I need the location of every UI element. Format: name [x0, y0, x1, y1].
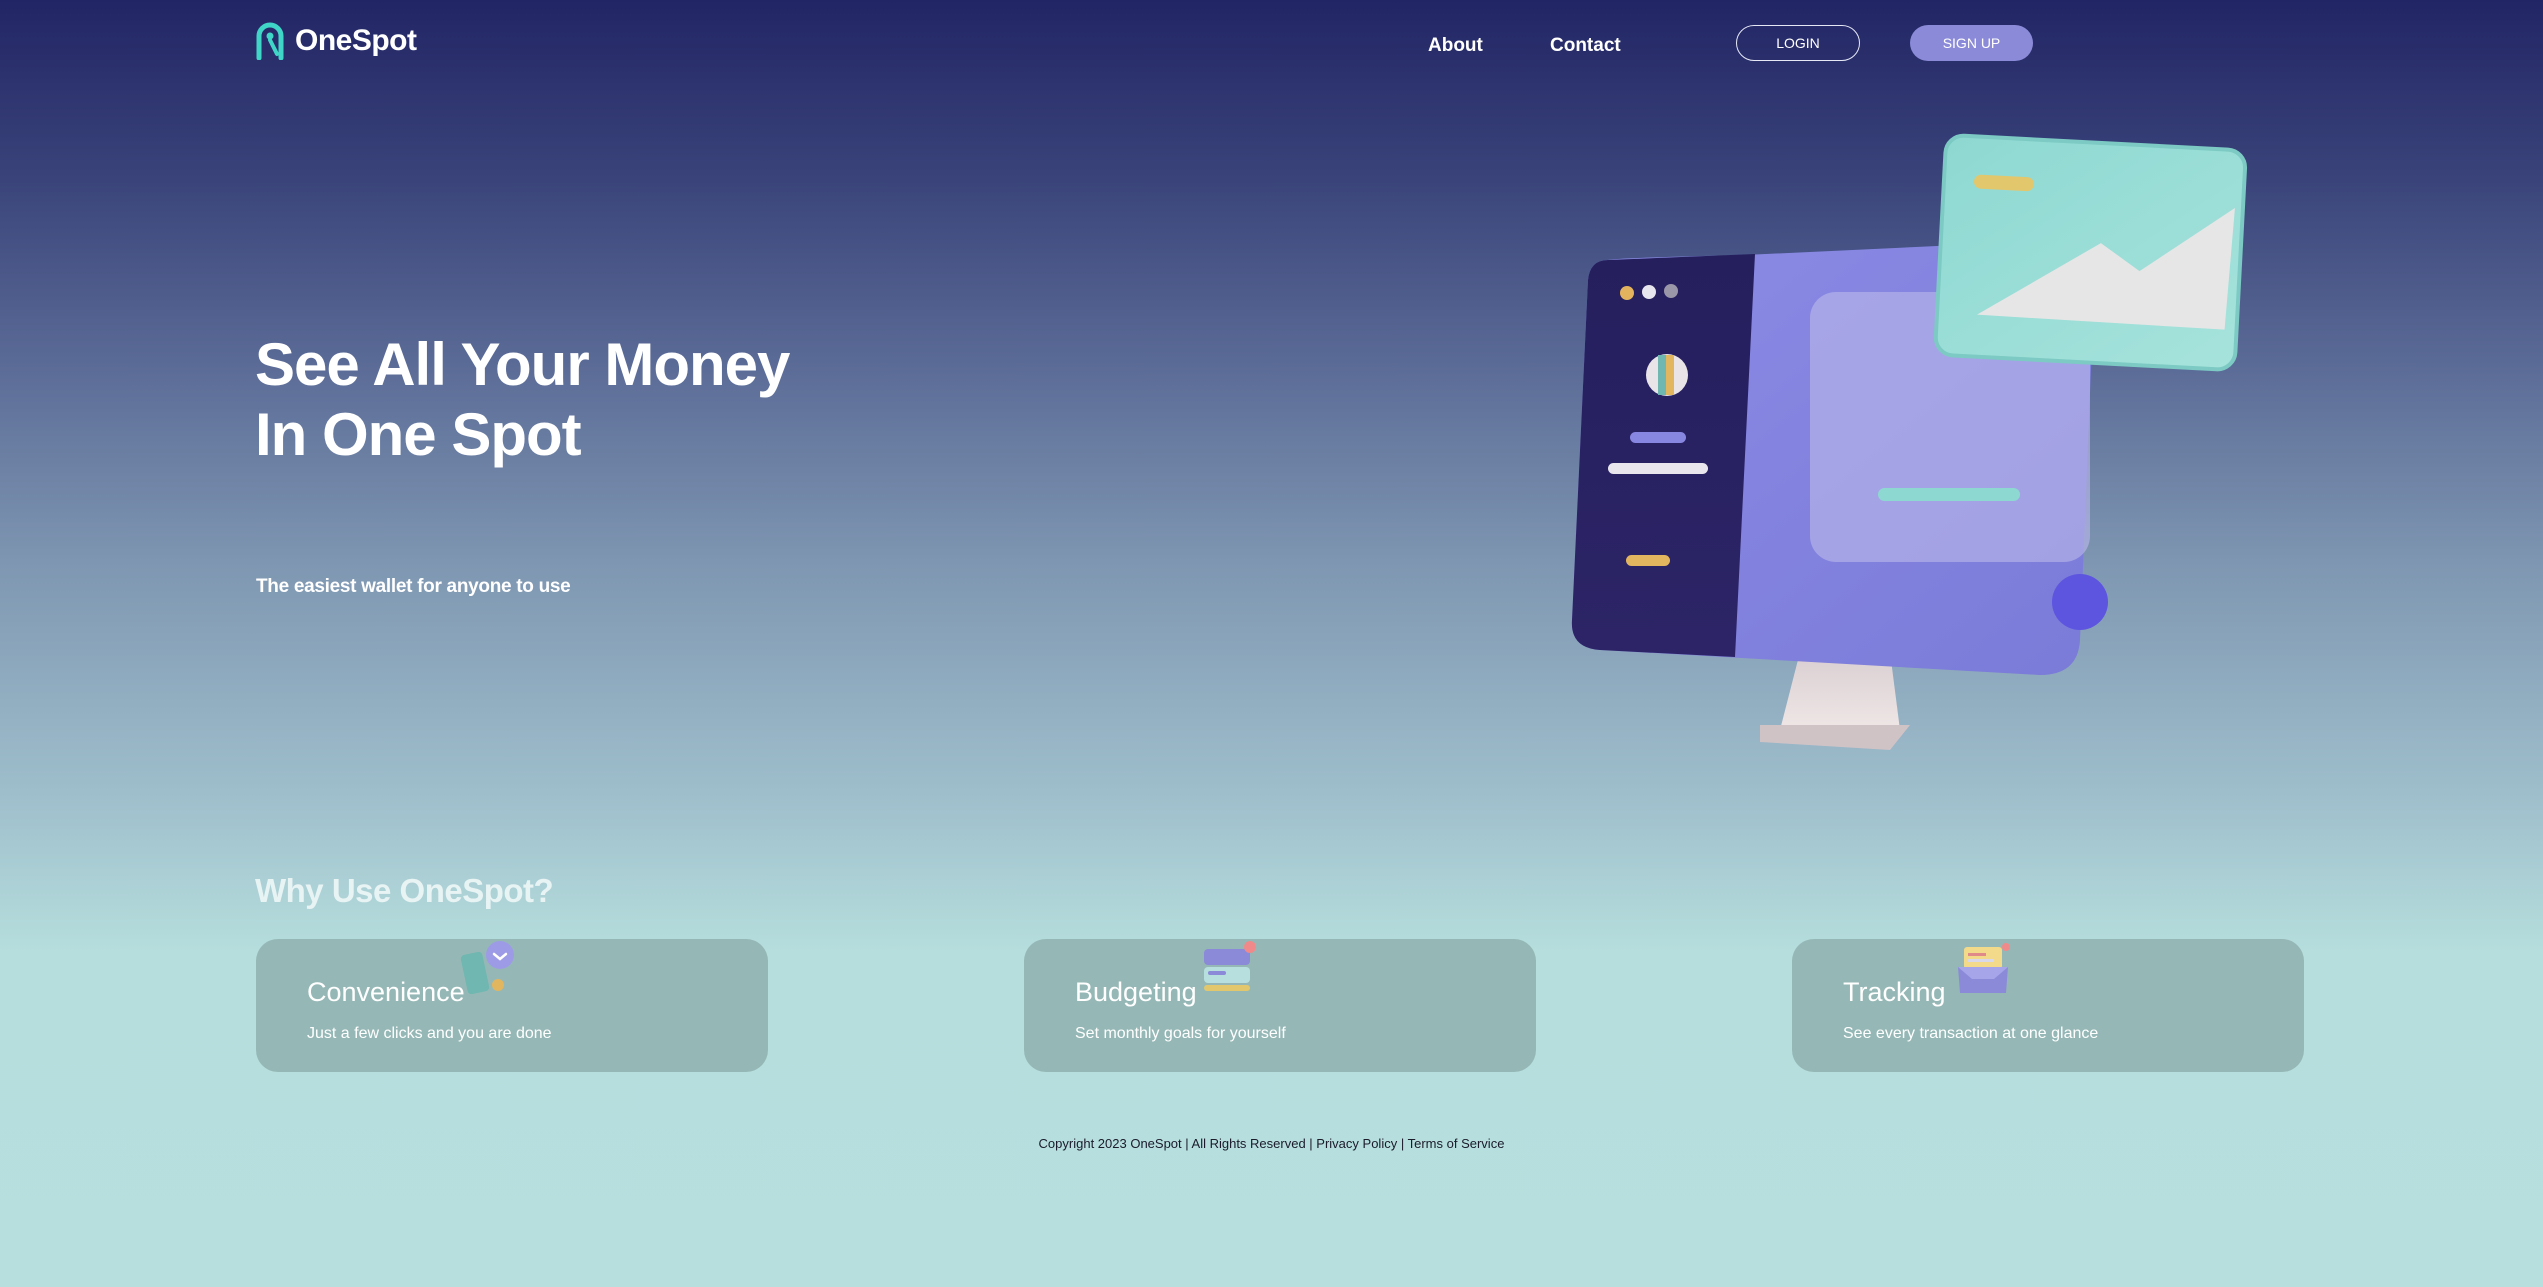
signup-button[interactable]: SIGN UP	[1910, 25, 2033, 61]
feature-card-text: Just a few clicks and you are done	[307, 1025, 552, 1042]
footer: Copyright 2023 OneSpot | All Rights Rese…	[0, 1136, 2543, 1151]
terms-of-service-link[interactable]: Terms of Service	[1408, 1136, 1505, 1151]
phone-wallet-icon	[460, 941, 514, 995]
footer-separator: |	[1400, 1136, 1405, 1151]
hero-title-line-2: In One Spot	[255, 401, 582, 468]
feature-card-title: Convenience	[307, 977, 465, 1007]
hero-title-line-1: See All Your Money	[255, 331, 790, 398]
feature-card-text: Set monthly goals for yourself	[1075, 1025, 1286, 1042]
nav-link-about[interactable]: About	[1428, 35, 1483, 57]
nav-link-contact[interactable]: Contact	[1550, 35, 1621, 57]
feature-card-convenience: Convenience Just a few clicks and you ar…	[256, 939, 768, 1072]
feature-card-title: Tracking	[1843, 977, 1946, 1007]
desktop-monitor-illustration	[1571, 133, 2248, 750]
footer-copyright: Copyright 2023 OneSpot | All Rights Rese…	[1038, 1136, 1313, 1151]
brand-name: OneSpot	[295, 24, 417, 57]
hero-title: See All Your Money In One Spot	[255, 330, 790, 470]
cards-icon	[1204, 941, 1256, 991]
hero-subtitle: The easiest wallet for anyone to use	[256, 576, 571, 597]
feature-card-text: See every transaction at one glance	[1843, 1025, 2099, 1042]
features-heading: Why Use OneSpot?	[255, 872, 554, 909]
feature-card-budgeting: Budgeting Set monthly goals for yourself	[1024, 939, 1536, 1072]
feature-card-tracking: Tracking See every transaction at one gl…	[1792, 939, 2304, 1072]
login-button[interactable]: LOGIN	[1736, 25, 1860, 61]
brand-logo[interactable]: OneSpot	[255, 22, 417, 60]
privacy-policy-link[interactable]: Privacy Policy	[1316, 1136, 1397, 1151]
feature-card-title: Budgeting	[1075, 977, 1197, 1007]
inbox-icon	[1958, 943, 2010, 993]
onespot-logo-icon	[256, 22, 284, 60]
